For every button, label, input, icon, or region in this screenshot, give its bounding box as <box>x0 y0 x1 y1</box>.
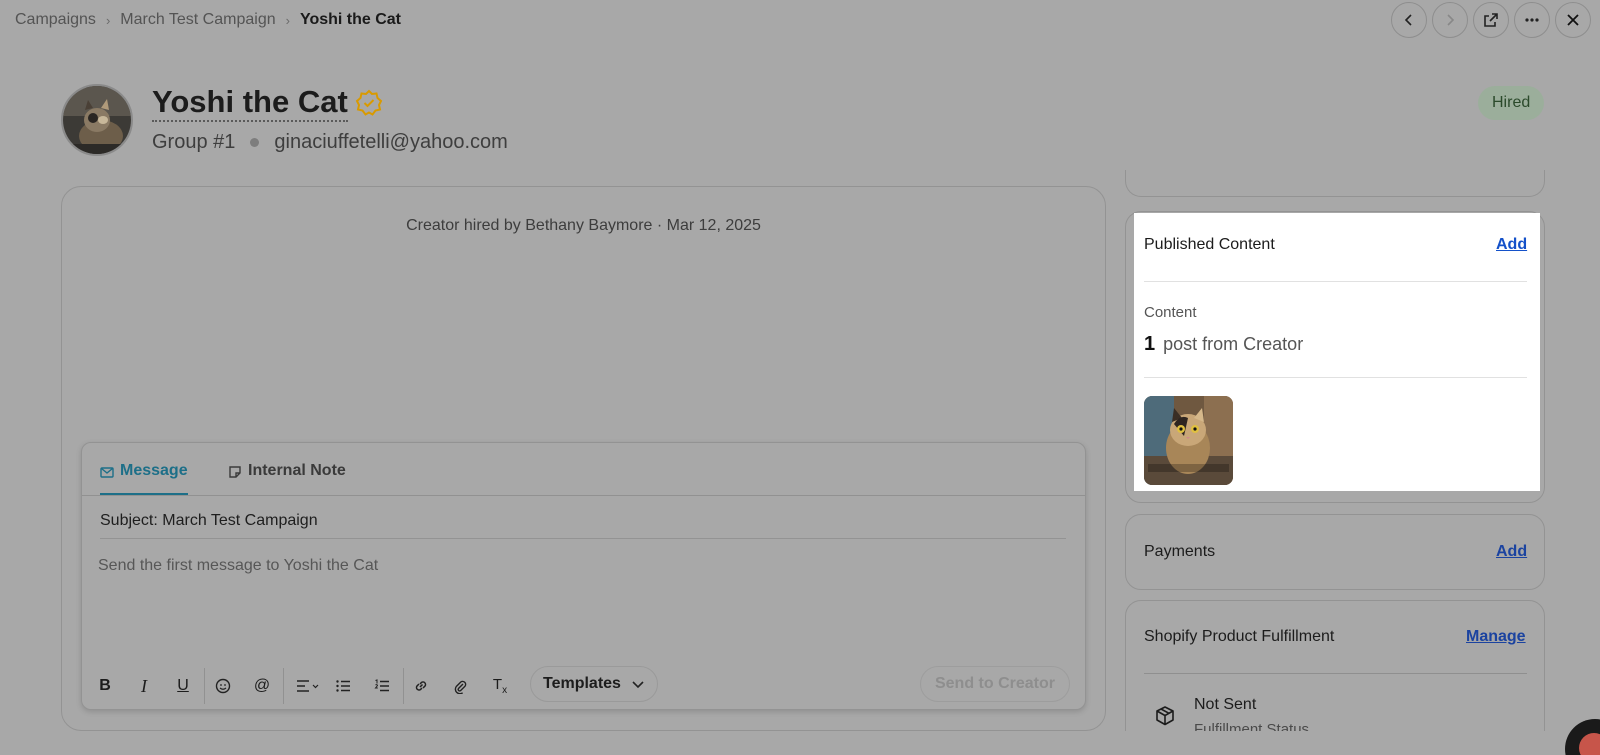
bullet-list-icon <box>336 680 350 692</box>
clear-format-button[interactable]: Tx <box>487 673 513 699</box>
breadcrumb-separator: › <box>105 12 111 28</box>
align-button[interactable] <box>291 673 325 699</box>
chevron-left-icon <box>1404 14 1412 26</box>
mail-icon <box>100 467 114 478</box>
close-icon <box>1567 14 1579 26</box>
activity-note: Creator hired by Bethany Baymore · Mar 1… <box>406 217 761 234</box>
link-icon <box>415 681 427 691</box>
bold-button[interactable]: B <box>92 673 118 699</box>
toolbar-separator <box>403 668 404 704</box>
bold-icon: B <box>99 677 111 694</box>
bullet-list-button[interactable] <box>330 673 356 699</box>
tab-internal-note-label: Internal Note <box>248 462 346 479</box>
breadcrumb-campaign[interactable]: March Test Campaign <box>120 11 275 29</box>
add-published-content-link[interactable]: Add <box>1496 236 1527 254</box>
breadcrumb-separator: › <box>285 12 290 28</box>
composer-divider <box>82 495 1085 496</box>
avatar <box>61 84 133 156</box>
previous-card <box>1125 170 1545 197</box>
emoji-icon <box>215 678 231 694</box>
page-bottom <box>0 731 1600 755</box>
breadcrumb-campaigns[interactable]: Campaigns <box>15 11 96 29</box>
tab-message-label: Message <box>120 462 188 479</box>
status-badge[interactable]: Hired <box>1478 86 1545 120</box>
close-button[interactable] <box>1555 2 1591 38</box>
tab-message[interactable]: Message <box>100 462 188 496</box>
italic-icon: I <box>141 675 147 696</box>
send-to-creator-button[interactable]: Send to Creator <box>920 666 1070 702</box>
templates-label: Templates <box>543 675 621 692</box>
templates-dropdown[interactable]: Templates <box>530 666 658 702</box>
clear-format-icon: Tx <box>492 676 508 696</box>
content-label: Content <box>1144 304 1197 321</box>
creator-email[interactable]: ginaciuffetelli@yahoo.com <box>274 131 507 154</box>
verified-badge-icon <box>355 89 383 116</box>
breadcrumb-current: Yoshi the Cat <box>299 11 401 28</box>
more-button[interactable] <box>1514 2 1550 38</box>
chat-icon <box>1579 733 1600 755</box>
note-icon <box>229 466 241 478</box>
italic-button[interactable]: I <box>131 673 157 699</box>
subject-field[interactable]: Subject: March Test Campaign <box>100 512 318 530</box>
content-thumbnail[interactable] <box>1144 396 1233 485</box>
content-count-suffix: post from Creator <box>1163 334 1304 354</box>
align-icon <box>297 680 319 692</box>
content-count: 1 post from Creator <box>1144 333 1303 356</box>
creator-subline: Group #1 ginaciuffetelli@yahoo.com <box>152 129 508 155</box>
shopify-title: Shopify Product Fulfillment <box>1144 628 1335 645</box>
chevron-right-icon <box>1447 14 1455 26</box>
cat-avatar-image <box>63 86 131 154</box>
open-external-button[interactable] <box>1473 2 1509 38</box>
next-button[interactable] <box>1432 2 1468 38</box>
numbered-list-icon <box>374 679 389 692</box>
toolbar-separator <box>204 668 205 704</box>
package-icon <box>1156 706 1174 726</box>
link-button[interactable] <box>408 673 434 699</box>
manage-fulfillment-link[interactable]: Manage <box>1466 628 1526 646</box>
separator-dot <box>250 137 260 147</box>
creator-group: Group #1 <box>152 130 236 153</box>
mention-button[interactable]: @ <box>249 673 275 699</box>
underline-button[interactable]: U <box>170 673 196 699</box>
mention-icon: @ <box>253 677 271 694</box>
chat-launcher-button[interactable] <box>1565 719 1600 755</box>
breadcrumb: Campaigns › March Test Campaign › Yoshi … <box>15 10 401 30</box>
attachment-button[interactable] <box>447 673 473 699</box>
attachment-icon <box>454 680 467 694</box>
numbered-list-button[interactable] <box>369 673 395 699</box>
divider <box>1144 377 1527 378</box>
published-content-title: Published Content <box>1144 236 1275 253</box>
emoji-button[interactable] <box>210 673 236 699</box>
tab-internal-note[interactable]: Internal Note <box>228 462 346 496</box>
add-payment-link[interactable]: Add <box>1496 543 1527 561</box>
previous-button[interactable] <box>1391 2 1427 38</box>
divider <box>1144 281 1527 282</box>
underline-icon: U <box>177 677 189 694</box>
message-body-input[interactable]: Send the first message to Yoshi the Cat <box>98 557 378 575</box>
external-link-icon <box>1484 13 1498 27</box>
creator-name[interactable]: Yoshi the Cat <box>152 84 348 122</box>
cat-post-image <box>1144 396 1233 485</box>
subject-divider <box>100 538 1066 539</box>
more-icon <box>1525 18 1539 22</box>
divider <box>1144 673 1527 674</box>
payments-title: Payments <box>1144 543 1216 560</box>
chevron-down-icon <box>632 681 644 689</box>
fulfillment-status-value: Not Sent <box>1194 696 1257 713</box>
content-count-number: 1 <box>1144 333 1156 355</box>
toolbar-separator <box>283 668 284 704</box>
